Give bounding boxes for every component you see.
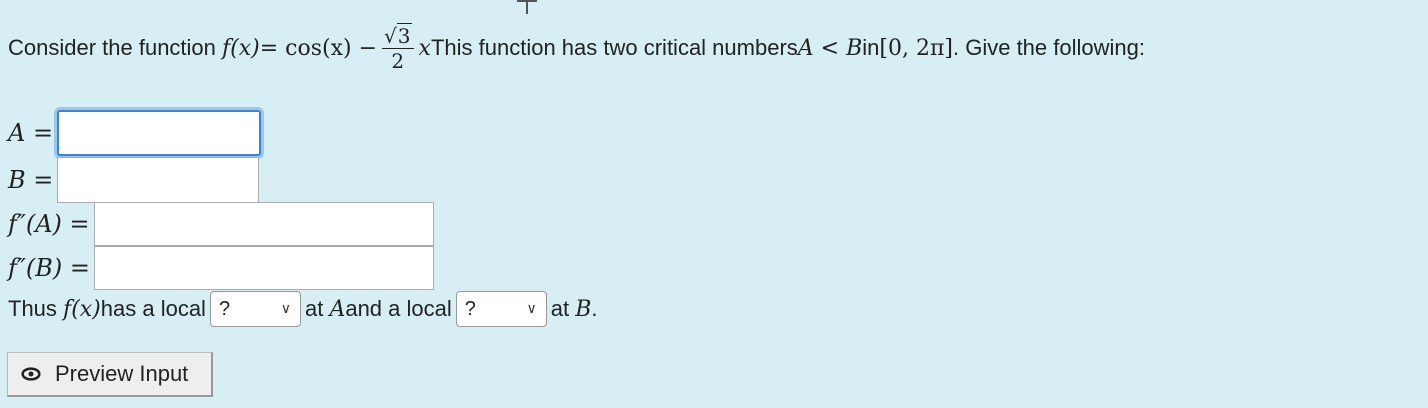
text-cursor-icon	[517, 0, 537, 14]
fpb-answer-input[interactable]	[93, 246, 434, 290]
fpa-label: f″(A) =	[8, 210, 90, 238]
a-label: A =	[8, 119, 54, 147]
extremum-b-select[interactable]: ?	[455, 291, 547, 327]
eye-icon	[21, 367, 41, 381]
sqrt-symbol: √	[384, 23, 397, 48]
preview-input-label: Preview Input	[55, 361, 189, 386]
fx-label: f(x)	[63, 296, 101, 322]
b-label: B =	[8, 166, 54, 194]
question-middle: This function has two critical numbers	[430, 35, 798, 60]
function-rhs: = cos(x) −	[259, 35, 378, 61]
inequality: A < B	[797, 35, 863, 61]
has-local-label: has a local	[100, 296, 206, 321]
a-var: A	[329, 296, 346, 322]
row-fpb: f″(B) =	[8, 246, 434, 290]
and-local-label: and a local	[345, 296, 452, 321]
select-b-wrap: ? ∨	[455, 291, 547, 327]
at-a-label: at	[304, 296, 324, 321]
function-name: f(x)	[222, 35, 260, 61]
thus-label: Thus	[8, 296, 57, 321]
sqrt3-over-2: √3 2	[382, 22, 414, 73]
row-b: B =	[8, 157, 260, 203]
fraction-denominator: 2	[391, 48, 405, 73]
preview-input-button[interactable]: Preview Input	[7, 352, 213, 397]
conclusion-text: Thus f(x) has a local ? ∨ at A and a loc…	[8, 291, 598, 327]
question-intro: Consider the function	[8, 35, 216, 60]
a-answer-input[interactable]	[57, 110, 262, 156]
period: .	[591, 296, 598, 321]
extremum-a-select[interactable]: ?	[209, 291, 301, 327]
fpb-label: f″(B) =	[8, 254, 90, 282]
row-fpa: f″(A) =	[8, 202, 434, 246]
question-text: Consider the function f(x) = cos(x) − √3…	[8, 22, 1145, 73]
b-answer-input[interactable]	[57, 157, 260, 203]
b-var: B	[575, 296, 592, 322]
row-a: A =	[8, 110, 262, 156]
select-a-wrap: ? ∨	[209, 291, 301, 327]
at-b-label: at	[550, 296, 570, 321]
sqrt-num: 3	[396, 22, 412, 48]
x-variable: x	[418, 35, 431, 61]
interval: [0, 2π]	[879, 35, 953, 61]
question-tail: . Give the following:	[953, 35, 1145, 60]
fpa-answer-input[interactable]	[93, 202, 434, 246]
question-in: in	[862, 35, 880, 60]
